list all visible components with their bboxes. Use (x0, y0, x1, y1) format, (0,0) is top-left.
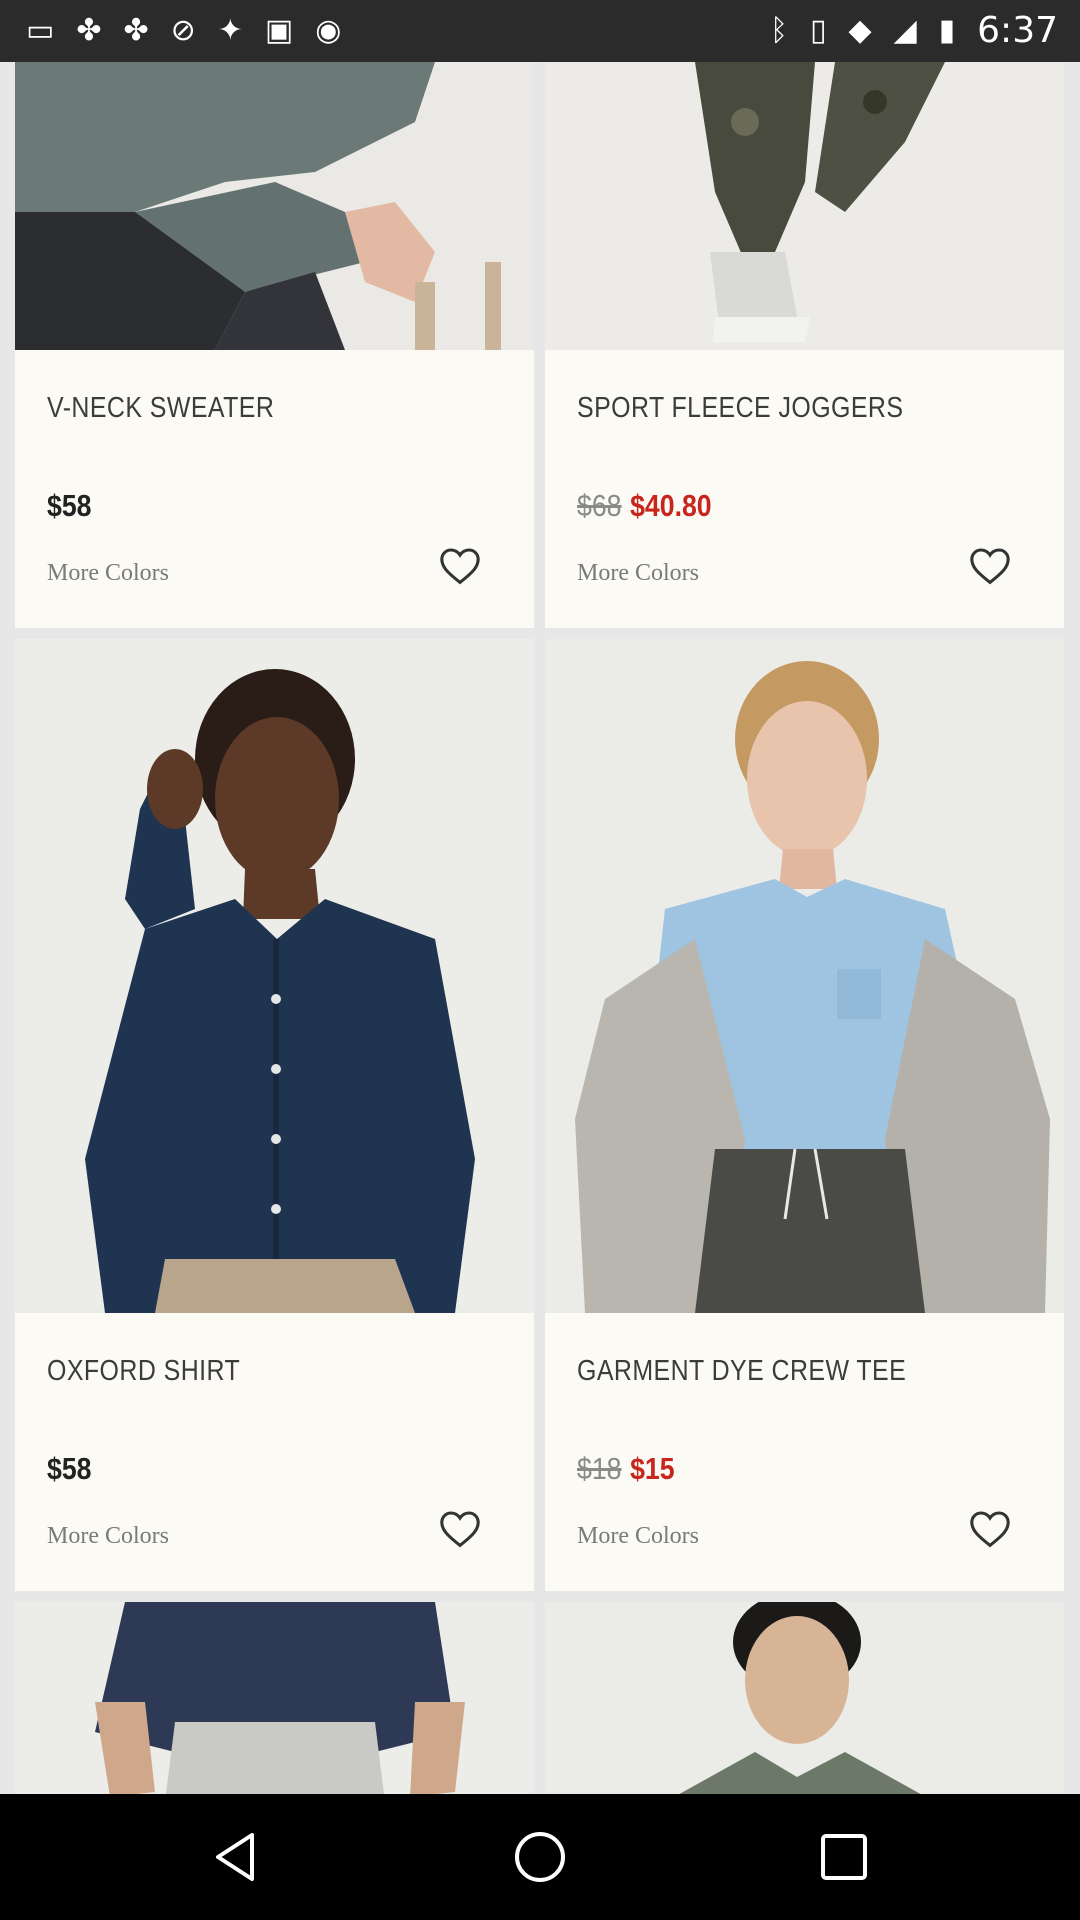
heart-icon[interactable] (438, 546, 482, 586)
recents-icon[interactable] (814, 1827, 874, 1887)
price-row: $68 $40.80 (577, 488, 712, 524)
product-grid: V-NECK SWEATER $58 More Colors SPORT FLE… (0, 62, 1080, 1794)
product-card-garment-dye-crew-tee[interactable]: GARMENT DYE CREW TEE $18 $15 More Colors (545, 639, 1064, 1591)
original-price: $68 (577, 488, 622, 523)
more-colors-link[interactable]: More Colors (47, 560, 169, 587)
game-controller-icon: ◉ (315, 13, 342, 48)
product-image[interactable] (15, 1602, 534, 1794)
fan-icon: ✤ (123, 13, 149, 48)
product-card-v-neck-sweater[interactable]: V-NECK SWEATER $58 More Colors (15, 62, 534, 628)
signal-icon: ◢ (893, 13, 917, 48)
fan-icon: ✤ (76, 13, 102, 48)
product-info: GARMENT DYE CREW TEE $18 $15 More Colors (545, 1313, 1064, 1591)
price-row: $58 (47, 1451, 91, 1487)
product-info: OXFORD SHIRT $58 More Colors (15, 1313, 534, 1591)
blocked-icon: ⊘ (170, 13, 196, 48)
product-card-sport-fleece-joggers[interactable]: SPORT FLEECE JOGGERS $68 $40.80 More Col… (545, 62, 1064, 628)
menu-icon: ▭ (26, 13, 55, 48)
clock: 6:37 (977, 10, 1058, 51)
more-colors-link[interactable]: More Colors (577, 560, 699, 587)
product-name[interactable]: GARMENT DYE CREW TEE (577, 1355, 906, 1388)
product-card[interactable] (545, 1602, 1064, 1794)
price-row: $18 $15 (577, 1451, 675, 1487)
product-image[interactable] (15, 639, 534, 1313)
product-name[interactable]: V-NECK SWEATER (47, 392, 274, 425)
price-row: $58 (47, 488, 91, 524)
fake-gps-icon: ✦ (217, 13, 243, 48)
product-price: $58 (47, 1451, 92, 1486)
vibrate-icon: ▯ (809, 13, 827, 48)
more-colors-link[interactable]: More Colors (47, 1523, 169, 1550)
more-colors-link[interactable]: More Colors (577, 1523, 699, 1550)
product-price: $58 (47, 488, 92, 523)
lock-icon: ▣ (264, 13, 294, 48)
product-image[interactable] (15, 62, 534, 350)
product-image[interactable] (545, 1602, 1064, 1794)
navigation-bar (0, 1794, 1080, 1920)
product-info: SPORT FLEECE JOGGERS $68 $40.80 More Col… (545, 350, 1064, 628)
bluetooth-icon: ᛒ (769, 13, 788, 48)
product-image[interactable] (545, 62, 1064, 350)
back-icon[interactable] (206, 1827, 266, 1887)
home-icon[interactable] (510, 1827, 570, 1887)
sale-price: $40.80 (630, 488, 712, 523)
product-name[interactable]: SPORT FLEECE JOGGERS (577, 392, 903, 425)
product-info: V-NECK SWEATER $58 More Colors (15, 350, 534, 628)
product-name[interactable]: OXFORD SHIRT (47, 1355, 240, 1388)
product-card[interactable] (15, 1602, 534, 1794)
wifi-icon: ◆ (848, 13, 872, 48)
product-image[interactable] (545, 639, 1064, 1313)
heart-icon[interactable] (968, 546, 1012, 586)
product-card-oxford-shirt[interactable]: OXFORD SHIRT $58 More Colors (15, 639, 534, 1591)
heart-icon[interactable] (438, 1509, 482, 1549)
heart-icon[interactable] (968, 1509, 1012, 1549)
sale-price: $15 (630, 1451, 675, 1486)
battery-icon: ▮ (938, 13, 956, 48)
status-bar: ▭ ✤ ✤ ⊘ ✦ ▣ ◉ ᛒ ▯ ◆ ◢ ▮ 6:37 (0, 0, 1080, 62)
original-price: $18 (577, 1451, 622, 1486)
